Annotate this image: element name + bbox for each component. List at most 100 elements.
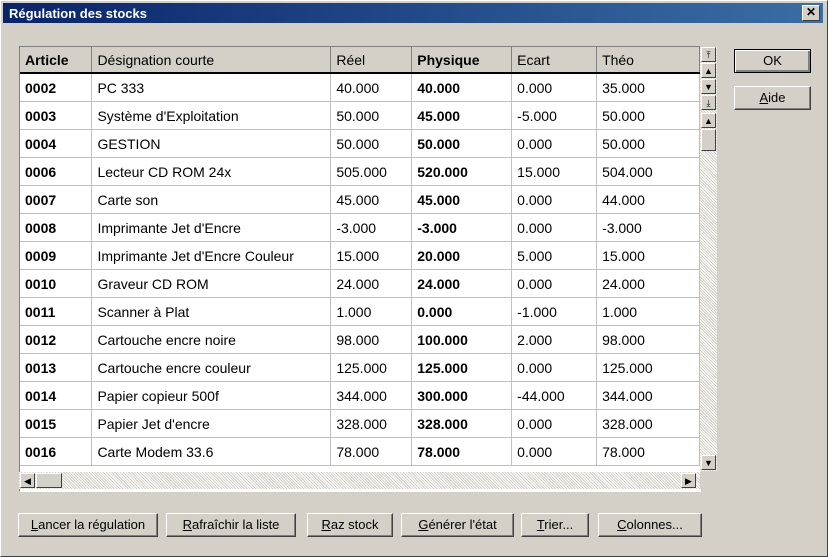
cell-designation[interactable]: Imprimante Jet d'Encre: [91, 213, 332, 242]
cell-reel[interactable]: 50.000: [330, 129, 413, 158]
cell-physique[interactable]: 78.000: [411, 437, 513, 466]
cell-article[interactable]: 0012: [20, 325, 93, 354]
cell-physique[interactable]: 50.000: [411, 129, 513, 158]
table-row[interactable]: 0016 Carte Modem 33.6 78.000 78.000 0.000 78.…: [20, 437, 700, 466]
ok-button[interactable]: OK: [734, 49, 811, 73]
cell-designation[interactable]: Cartouche encre couleur: [91, 353, 332, 382]
cell-article[interactable]: 0014: [20, 381, 93, 410]
scroll-down-button[interactable]: ▼: [701, 455, 716, 470]
cell-physique[interactable]: 520.000: [411, 157, 513, 186]
cell-ecart[interactable]: 0.000: [511, 185, 598, 214]
table-row[interactable]: 0008 Imprimante Jet d'Encre -3.000 -3.000 0.…: [20, 213, 700, 242]
cell-theo[interactable]: 44.000: [596, 185, 700, 214]
table-row[interactable]: 0012 Cartouche encre noire 98.000 100.000 2.…: [20, 325, 700, 354]
page-down-button[interactable]: ▼: [701, 79, 716, 94]
scroll-left-button[interactable]: ◀: [20, 473, 35, 488]
horizontal-scroll-thumb[interactable]: [36, 473, 62, 488]
cell-reel[interactable]: 125.000: [330, 353, 413, 382]
cell-designation[interactable]: Papier copieur 500f: [91, 381, 332, 410]
cell-reel[interactable]: 78.000: [330, 437, 413, 466]
scroll-up-button[interactable]: ▲: [701, 113, 716, 128]
cell-reel[interactable]: 45.000: [330, 185, 413, 214]
column-header-article[interactable]: Article: [20, 47, 93, 74]
cell-ecart[interactable]: 0.000: [511, 213, 598, 242]
cell-theo[interactable]: 344.000: [596, 381, 700, 410]
cell-ecart[interactable]: 0.000: [511, 353, 598, 382]
cell-article[interactable]: 0006: [20, 157, 93, 186]
cell-physique[interactable]: 45.000: [411, 101, 513, 130]
cell-physique[interactable]: 24.000: [411, 269, 513, 298]
table-row[interactable]: 0004 GESTION 50.000 50.000 0.000 50.000: [20, 129, 700, 158]
table-row[interactable]: 0013 Cartouche encre couleur 125.000 125.00…: [20, 353, 700, 382]
column-header-physique[interactable]: Physique: [411, 47, 513, 74]
cell-designation[interactable]: Imprimante Jet d'Encre Couleur: [91, 241, 332, 270]
cell-designation[interactable]: Carte son: [91, 185, 332, 214]
column-header-th-o[interactable]: Théo: [596, 47, 700, 74]
scroll-right-button[interactable]: ▶: [681, 473, 696, 488]
cell-ecart[interactable]: -1.000: [511, 297, 598, 326]
cell-article[interactable]: 0003: [20, 101, 93, 130]
column-header-d-signation-courte[interactable]: Désignation courte: [91, 47, 332, 74]
cell-reel[interactable]: 328.000: [330, 409, 413, 438]
cell-theo[interactable]: 1.000: [596, 297, 700, 326]
close-button[interactable]: ✕: [802, 5, 820, 21]
table-row[interactable]: 0009 Imprimante Jet d'Encre Couleur 15.000…: [20, 241, 700, 270]
reset-stock-button[interactable]: Raz stock: [307, 513, 393, 537]
cell-designation[interactable]: Papier Jet d'encre: [91, 409, 332, 438]
cell-reel[interactable]: 50.000: [330, 101, 413, 130]
vertical-scrollbar[interactable]: ⤒ ▲ ▼ ⤓ ▲ ▼: [700, 47, 717, 471]
cell-physique[interactable]: 40.000: [411, 73, 513, 102]
cell-physique[interactable]: 20.000: [411, 241, 513, 270]
cell-ecart[interactable]: 0.000: [511, 129, 598, 158]
page-up-button[interactable]: ▲: [701, 63, 716, 78]
stock-grid[interactable]: Article Désignation courte Réel Physique Eca…: [19, 46, 701, 492]
cell-ecart[interactable]: 0.000: [511, 269, 598, 298]
cell-designation[interactable]: GESTION: [91, 129, 332, 158]
column-header-ecart[interactable]: Ecart: [511, 47, 598, 74]
cell-physique[interactable]: 300.000: [411, 381, 513, 410]
cell-ecart[interactable]: 0.000: [511, 437, 598, 466]
vertical-scroll-thumb[interactable]: [701, 129, 716, 151]
cell-article[interactable]: 0013: [20, 353, 93, 382]
cell-physique[interactable]: -3.000: [411, 213, 513, 242]
table-row[interactable]: 0002 PC 333 40.000 40.000 0.000 35.000: [20, 73, 700, 102]
cell-article[interactable]: 0002: [20, 73, 93, 102]
cell-article[interactable]: 0010: [20, 269, 93, 298]
cell-theo[interactable]: 35.000: [596, 73, 700, 102]
table-row[interactable]: 0015 Papier Jet d'encre 328.000 328.000 0.00…: [20, 409, 700, 438]
cell-designation[interactable]: Lecteur CD ROM 24x: [91, 157, 332, 186]
cell-designation[interactable]: Système d'Exploitation: [91, 101, 332, 130]
cell-ecart[interactable]: -5.000: [511, 101, 598, 130]
cell-theo[interactable]: 328.000: [596, 409, 700, 438]
cell-article[interactable]: 0016: [20, 437, 93, 466]
cell-theo[interactable]: 50.000: [596, 101, 700, 130]
cell-designation[interactable]: PC 333: [91, 73, 332, 102]
cell-theo[interactable]: 24.000: [596, 269, 700, 298]
cell-reel[interactable]: 505.000: [330, 157, 413, 186]
cell-ecart[interactable]: 0.000: [511, 409, 598, 438]
help-button[interactable]: Aide: [734, 86, 811, 110]
sort-button[interactable]: Trier...: [521, 513, 589, 537]
cell-theo[interactable]: 78.000: [596, 437, 700, 466]
cell-designation[interactable]: Scanner à Plat: [91, 297, 332, 326]
cell-theo[interactable]: 15.000: [596, 241, 700, 270]
cell-reel[interactable]: 344.000: [330, 381, 413, 410]
cell-article[interactable]: 0009: [20, 241, 93, 270]
cell-physique[interactable]: 328.000: [411, 409, 513, 438]
cell-physique[interactable]: 125.000: [411, 353, 513, 382]
cell-theo[interactable]: -3.000: [596, 213, 700, 242]
cell-article[interactable]: 0008: [20, 213, 93, 242]
cell-reel[interactable]: 40.000: [330, 73, 413, 102]
table-row[interactable]: 0014 Papier copieur 500f 344.000 300.000 -44…: [20, 381, 700, 410]
table-row[interactable]: 0010 Graveur CD ROM 24.000 24.000 0.000 24.00…: [20, 269, 700, 298]
cell-reel[interactable]: 15.000: [330, 241, 413, 270]
run-regulation-button[interactable]: Lancer la régulation: [18, 513, 158, 537]
cell-ecart[interactable]: -44.000: [511, 381, 598, 410]
cell-theo[interactable]: 98.000: [596, 325, 700, 354]
cell-ecart[interactable]: 15.000: [511, 157, 598, 186]
cell-designation[interactable]: Graveur CD ROM: [91, 269, 332, 298]
table-row[interactable]: 0007 Carte son 45.000 45.000 0.000 44.000: [20, 185, 700, 214]
cell-article[interactable]: 0004: [20, 129, 93, 158]
scroll-top-button[interactable]: ⤒: [701, 47, 716, 62]
cell-ecart[interactable]: 0.000: [511, 73, 598, 102]
